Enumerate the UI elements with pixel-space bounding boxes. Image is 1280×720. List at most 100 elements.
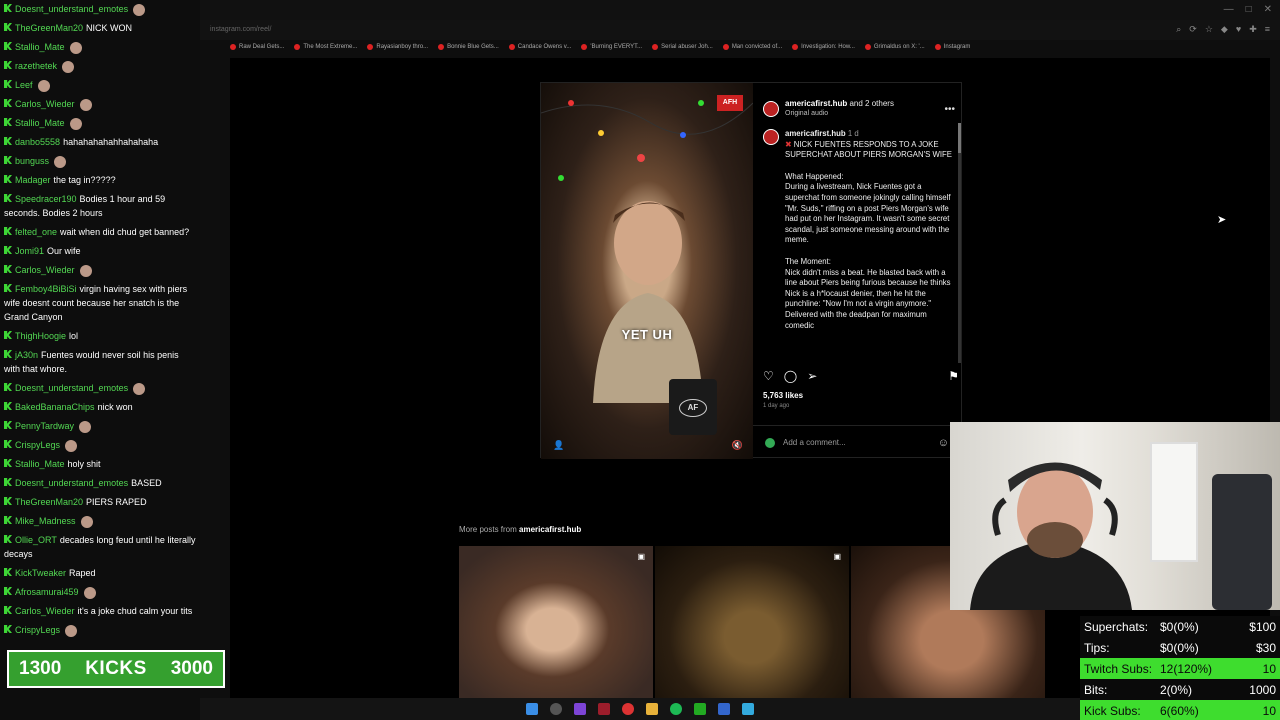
chat-username[interactable]: Femboy4BiBiSi [15, 284, 77, 294]
chat-username[interactable]: Mike_Madness [15, 516, 76, 526]
more-options-icon[interactable]: ••• [944, 104, 955, 115]
save-icon[interactable]: ⚑ [948, 369, 959, 383]
chat-username[interactable]: CrispyLegs [15, 625, 60, 635]
share-icon[interactable]: ➢ [807, 369, 817, 383]
chat-username[interactable]: Ollie_ORT [15, 535, 57, 545]
maximize-icon[interactable]: □ [1246, 4, 1252, 15]
chat-username[interactable]: Leef [15, 80, 33, 90]
chat-username[interactable]: danbo5558 [15, 137, 60, 147]
chat-username[interactable]: Stallio_Mate [15, 459, 65, 469]
chat-username[interactable]: razethetek [15, 61, 57, 71]
translate-icon[interactable]: ⟳ [1189, 24, 1197, 35]
chat-username[interactable]: PennyTardway [15, 421, 74, 431]
post-thumbnail[interactable]: ▣ [655, 546, 849, 698]
chat-username[interactable]: ThighHoogie [15, 331, 66, 341]
kicks-current: 1300 [19, 658, 62, 679]
chat-username[interactable]: BakedBananaChips [15, 402, 95, 412]
emoji-icon[interactable] [765, 437, 775, 448]
bookmark-item[interactable]: Instagram [934, 44, 970, 50]
bookmark-item[interactable]: Grimaldus on X: '... [864, 44, 925, 50]
smile-icon[interactable]: ☺ [938, 437, 949, 449]
chat-username[interactable]: Carlos_Wieder [15, 265, 75, 275]
chat-username[interactable]: Speedracer190 [15, 194, 77, 204]
chat-text: the tag in????? [53, 175, 116, 185]
chat-text: BASED [131, 478, 162, 488]
chat-text: Our wife [47, 246, 81, 256]
chat-username[interactable]: felted_one [15, 227, 57, 237]
caption-avatar[interactable] [763, 129, 779, 145]
chat-username[interactable]: Stallio_Mate [15, 42, 65, 52]
obs-icon[interactable] [598, 703, 610, 715]
bookmark-item[interactable]: Investigation: How... [792, 44, 855, 50]
account-name[interactable]: americafirst.hub [785, 99, 847, 108]
browser-icon[interactable] [574, 703, 586, 715]
puzzle-icon[interactable]: ✚ [1249, 24, 1257, 35]
chat-username[interactable]: Carlos_Wieder [15, 606, 75, 616]
bookmark-item[interactable]: Raw Deal Gets... [230, 44, 284, 50]
kick-badge-icon [4, 156, 12, 164]
chat-text: wait when did chud get banned? [60, 227, 190, 237]
search-icon[interactable] [550, 703, 562, 715]
chat-username[interactable]: CrispyLegs [15, 440, 60, 450]
collab-text[interactable]: and 2 others [849, 99, 893, 108]
bookmark-item[interactable]: Bonnie Blue Gets... [438, 44, 499, 50]
shield-icon[interactable]: ◆ [1221, 24, 1228, 35]
mute-icon[interactable]: 🔇 [732, 440, 743, 451]
xbox-icon[interactable] [694, 703, 706, 715]
kick-badge-icon [4, 497, 12, 505]
chat-username[interactable]: Madager [15, 175, 51, 185]
account-avatar[interactable] [763, 101, 779, 117]
chat-username[interactable]: Doesnt_understand_emotes [15, 383, 128, 393]
audio-label[interactable]: Original audio [785, 109, 894, 119]
caption-scrollbar[interactable] [958, 123, 961, 363]
chat-username[interactable]: Doesnt_understand_emotes [15, 478, 128, 488]
spotify-icon[interactable] [670, 703, 682, 715]
like-icon[interactable]: ♡ [763, 369, 774, 383]
bookmark-item[interactable]: The Most Extreme... [294, 44, 357, 50]
bookmark-item[interactable]: 'Burning EVERYT... [581, 44, 642, 50]
chat-username[interactable]: Stallio_Mate [15, 118, 65, 128]
star-icon[interactable]: ☆ [1205, 24, 1213, 35]
zoom-icon[interactable]: ⌕ [1176, 24, 1181, 35]
comment-icon[interactable]: ◯ [784, 369, 797, 383]
chrome-icon[interactable] [622, 703, 634, 715]
windows-start-icon[interactable] [526, 703, 538, 715]
kick-badge-icon [4, 331, 12, 339]
address-bar[interactable]: instagram.com/reel/ [200, 20, 1280, 40]
bookmark-item[interactable]: Serial abuser Joh... [652, 44, 713, 50]
caption-user[interactable]: americafirst.hub [785, 129, 846, 138]
post-thumbnail[interactable]: ▣ [459, 546, 653, 698]
more-posts-account[interactable]: americafirst.hub [519, 525, 581, 534]
bookmark-item[interactable]: Rayasianboy thro... [367, 44, 428, 50]
chat-message: BakedBananaChips nick won [0, 398, 200, 417]
chat-username[interactable]: TheGreenMan20 [15, 23, 83, 33]
bookmark-favicon-icon [722, 44, 729, 50]
chat-username[interactable]: bunguss [15, 156, 49, 166]
chat-username[interactable]: jA30n [15, 350, 38, 360]
chat-username[interactable]: Carlos_Wieder [15, 99, 75, 109]
bookmark-item[interactable]: Man convicted of... [722, 44, 782, 50]
chat-username[interactable]: TheGreenMan20 [15, 497, 83, 507]
user-tag-icon[interactable]: 👤 [553, 440, 564, 451]
app-icon[interactable] [718, 703, 730, 715]
chat-text: lol [69, 331, 79, 341]
flag-icon: ✖ [785, 139, 792, 149]
menu-icon[interactable]: ≡ [1265, 24, 1270, 35]
chat-username[interactable]: Doesnt_understand_emotes [15, 4, 128, 14]
heart-icon[interactable]: ♥ [1236, 24, 1241, 35]
bookmark-favicon-icon [652, 44, 659, 50]
chat-username[interactable]: Jomi91 [15, 246, 44, 256]
chat-username[interactable]: Afrosamurai459 [15, 587, 79, 597]
reel-video[interactable]: AFH YET UH AF 👤 🔇 [541, 83, 753, 459]
app-icon[interactable] [742, 703, 754, 715]
minimize-icon[interactable]: — [1224, 4, 1234, 15]
add-comment-input[interactable]: Add a comment... [783, 438, 846, 447]
bookmark-item[interactable]: Candace Owens v... [508, 44, 571, 50]
kick-badge-icon [4, 568, 12, 576]
folder-icon[interactable] [646, 703, 658, 715]
like-count[interactable]: 5,763 likes [763, 391, 803, 400]
chat-username[interactable]: KickTweaker [15, 568, 66, 578]
emote-icon [62, 60, 75, 73]
close-icon[interactable]: ✕ [1264, 4, 1272, 15]
scroll-thumb[interactable] [958, 123, 961, 153]
